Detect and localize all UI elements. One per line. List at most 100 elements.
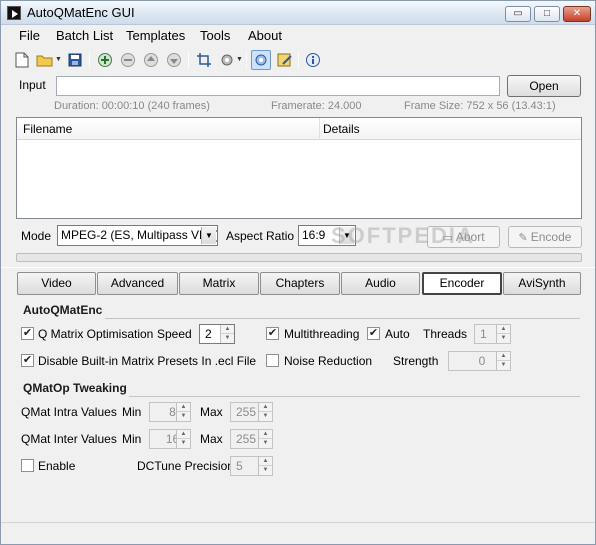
intra-max-stepper[interactable]: 255 ▲ ▼ — [230, 402, 273, 422]
input-label: Input — [19, 78, 46, 92]
qmatop-section-title: QMatOp Tweaking — [23, 381, 127, 395]
settings-dropdown-caret[interactable]: ▼ — [236, 56, 243, 63]
intra-min-stepper[interactable]: 8 ▲ ▼ — [149, 402, 191, 422]
menu-batch-list[interactable]: Batch List — [56, 28, 113, 43]
mode-select[interactable]: MPEG-2 (ES, Multipass VBR) ▼ — [57, 225, 218, 246]
open-dropdown-caret[interactable]: ▼ — [55, 56, 62, 63]
toolbar-separator — [246, 52, 247, 68]
toolbar-separator — [298, 52, 299, 68]
chevron-up-icon[interactable]: ▲ — [259, 430, 272, 439]
inter-min-stepper[interactable]: 16 ▲ ▼ — [149, 429, 191, 449]
noise-reduction-checkbox[interactable] — [266, 354, 279, 367]
multithreading-label: Multithreading — [284, 327, 360, 341]
inter-values-label: QMat Inter Values — [21, 432, 117, 446]
chevron-up-icon[interactable]: ▲ — [259, 403, 272, 412]
chevron-down-icon[interactable]: ▼ — [259, 439, 272, 448]
duration-info: Duration: 00:00:10 (240 frames) — [54, 100, 210, 112]
tab-chapters[interactable]: Chapters — [260, 272, 340, 295]
column-divider[interactable] — [319, 118, 320, 140]
save-icon[interactable] — [66, 51, 84, 69]
app-icon — [7, 6, 21, 20]
maximize-button[interactable]: □ — [534, 6, 560, 22]
column-filename[interactable]: Filename — [23, 122, 72, 136]
move-up-icon[interactable] — [142, 51, 160, 69]
multithreading-checkbox[interactable]: ✔ — [266, 327, 279, 340]
chevron-down-icon[interactable]: ▼ — [177, 412, 190, 421]
menu-bar: File Batch List Templates Tools About — [1, 25, 595, 47]
chevron-down-icon[interactable]: ▼ — [259, 466, 272, 475]
main-window: AutoQMatEnc GUI ▭ □ ✕ File Batch List Te… — [0, 0, 596, 545]
open-button[interactable]: Open — [507, 75, 581, 97]
column-details[interactable]: Details — [323, 122, 360, 136]
auto-checkbox[interactable]: ✔ — [367, 327, 380, 340]
info-icon[interactable] — [304, 51, 322, 69]
menu-templates[interactable]: Templates — [126, 28, 185, 43]
remove-icon[interactable] — [119, 51, 137, 69]
tab-encoder[interactable]: Encoder — [422, 272, 502, 295]
enable-checkbox[interactable] — [21, 459, 34, 472]
chevron-down-icon[interactable]: ▼ — [221, 334, 234, 343]
chevron-up-icon[interactable]: ▲ — [221, 325, 234, 334]
disable-presets-checkbox[interactable]: ✔ — [21, 354, 34, 367]
mode-label: Mode — [21, 229, 52, 243]
minimize-button[interactable]: ▭ — [505, 6, 531, 22]
dctune-precision-value: 5 — [236, 459, 243, 473]
inter-max-stepper[interactable]: 255 ▲ ▼ — [230, 429, 273, 449]
autoqmatenc-section-title: AutoQMatEnc — [23, 303, 103, 317]
menu-tools[interactable]: Tools — [200, 28, 230, 43]
strength-stepper[interactable]: 0 ▲ ▼ — [448, 351, 511, 371]
encode-button[interactable]: ✎ Encode — [508, 226, 582, 248]
speed-label: Speed — [157, 327, 192, 341]
crop-icon[interactable] — [195, 51, 213, 69]
mode-select-value: MPEG-2 (ES, Multipass VBR) — [61, 228, 218, 242]
tab-advanced[interactable]: Advanced — [97, 272, 178, 295]
chevron-down-icon[interactable]: ▼ — [497, 334, 510, 343]
toolbar-separator — [188, 52, 189, 68]
add-icon[interactable] — [96, 51, 114, 69]
chevron-down-icon[interactable]: ▼ — [259, 412, 272, 421]
strength-value: 0 — [478, 354, 486, 368]
intra-min-label: Min — [122, 405, 142, 419]
qmatrix-optimisation-checkbox[interactable]: ✔ — [21, 327, 34, 340]
strength-label: Strength — [393, 354, 439, 368]
encoder-settings-icon[interactable] — [251, 50, 271, 70]
chevron-up-icon[interactable]: ▲ — [497, 325, 510, 334]
chevron-up-icon[interactable]: ▲ — [497, 352, 510, 361]
threads-value: 1 — [480, 327, 487, 341]
input-path-field[interactable] — [56, 76, 500, 96]
chevron-down-icon[interactable]: ▼ — [497, 361, 510, 370]
aspect-ratio-label: Aspect Ratio — [226, 229, 295, 243]
tab-avisynth[interactable]: AviSynth — [503, 272, 581, 295]
chevron-up-icon[interactable]: ▲ — [177, 430, 190, 439]
speed-stepper[interactable]: 2 ▲ ▼ — [199, 324, 235, 344]
tab-matrix[interactable]: Matrix — [179, 272, 259, 295]
toolbar-separator — [89, 52, 90, 68]
intra-max-value: 255 — [236, 405, 257, 419]
new-file-icon[interactable] — [13, 51, 31, 69]
open-folder-icon[interactable] — [36, 51, 54, 69]
inter-max-label: Max — [200, 432, 223, 446]
chevron-up-icon[interactable]: ▲ — [259, 457, 272, 466]
dctune-precision-stepper[interactable]: 5 ▲ ▼ — [230, 456, 273, 476]
chevron-down-icon: ▼ — [201, 227, 216, 244]
aspect-ratio-value: 16:9 — [302, 228, 326, 242]
chevron-up-icon[interactable]: ▲ — [177, 403, 190, 412]
settings-icon[interactable] — [218, 51, 236, 69]
tab-audio[interactable]: Audio — [341, 272, 420, 295]
disable-presets-label: Disable Built-in Matrix Presets In .ecl … — [38, 354, 257, 368]
edit-icon[interactable] — [276, 51, 294, 69]
encode-progress-bar — [16, 253, 582, 262]
noise-reduction-label: Noise Reduction — [284, 354, 373, 368]
list-header: Filename Details — [17, 118, 581, 140]
close-button[interactable]: ✕ — [563, 6, 591, 22]
menu-about[interactable]: About — [248, 28, 282, 43]
chevron-down-icon[interactable]: ▼ — [177, 439, 190, 448]
window-title: AutoQMatEnc GUI — [27, 5, 135, 20]
batch-list-view[interactable]: Filename Details — [16, 117, 582, 219]
menu-file[interactable]: File — [19, 28, 40, 43]
threads-stepper[interactable]: 1 ▲ ▼ — [474, 324, 511, 344]
tab-video[interactable]: Video — [17, 272, 96, 295]
speed-value: 2 — [205, 327, 212, 341]
auto-label: Auto — [385, 327, 410, 341]
move-down-icon[interactable] — [165, 51, 183, 69]
